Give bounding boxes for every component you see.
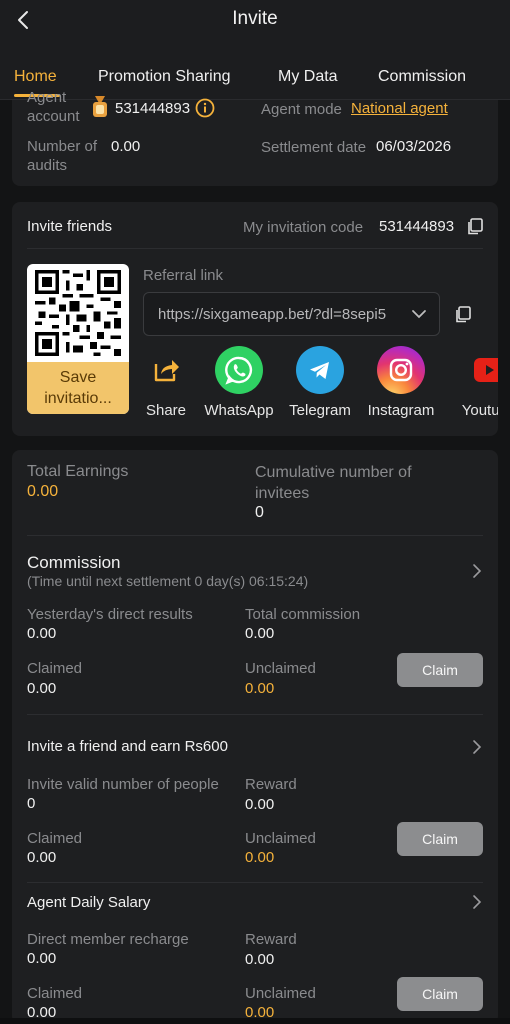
invitees-label: Cumulative number of invitees — [255, 464, 412, 502]
valid-invites-value: 0 — [27, 795, 36, 812]
whatsapp-icon — [215, 346, 263, 394]
instagram-option[interactable]: Instagram — [362, 346, 440, 419]
tab-home[interactable]: Home — [14, 68, 57, 86]
save-invitation-button[interactable]: Save invitatio... — [27, 362, 129, 414]
invite-unclaimed-label: Unclaimed — [245, 830, 316, 847]
tab-promotion-sharing[interactable]: Promotion Sharing — [98, 68, 231, 86]
share-option[interactable]: Share — [127, 346, 205, 419]
divider — [27, 882, 483, 883]
telegram-label: Telegram — [289, 402, 351, 419]
settlement-date-value: 06/03/2026 — [376, 138, 452, 155]
youtube-option[interactable]: Youtube — [450, 346, 498, 438]
divider — [27, 714, 483, 715]
commission-claim-button[interactable]: Claim — [397, 653, 483, 687]
commission-unclaimed-label: Unclaimed — [245, 660, 316, 677]
salary-title: Agent Daily Salary — [27, 894, 151, 911]
chevron-down-icon[interactable] — [411, 308, 427, 320]
instagram-label: Instagram — [367, 402, 435, 419]
qr-code — [35, 270, 121, 356]
invite-unclaimed-value: 0.00 — [245, 849, 275, 866]
commission-claimed-label: Claimed — [27, 660, 83, 677]
qr-code-card: Save invitatio... — [27, 264, 129, 414]
share-icon — [142, 346, 190, 394]
divider — [27, 535, 483, 536]
whatsapp-label: WhatsApp — [204, 402, 274, 419]
audits-label: Number of audits — [27, 138, 98, 174]
invite-friends-card: Invite friends My invitation code 531444… — [12, 202, 498, 436]
invite-friends-title: Invite friends — [27, 218, 113, 235]
invitation-code-value: 531444893 — [379, 218, 455, 235]
invitation-code-label: My invitation code — [243, 219, 364, 236]
member-recharge-value: 0.00 — [27, 950, 57, 967]
invite-claim-button[interactable]: Claim — [397, 822, 483, 856]
agent-account-label: Agent account — [27, 89, 80, 125]
chevron-right-icon[interactable] — [472, 739, 482, 755]
commission-title: Commission — [27, 553, 121, 572]
salary-unclaimed-label: Unclaimed — [245, 985, 316, 1002]
info-icon[interactable] — [195, 98, 215, 118]
salary-claim-button[interactable]: Claim — [397, 977, 483, 1011]
copy-link-icon[interactable] — [455, 306, 471, 323]
salary-reward-value: 0.00 — [245, 951, 275, 968]
agent-info-card: Agent account 531444893 Agent mode Natio… — [12, 89, 498, 186]
telegram-icon — [296, 346, 344, 394]
invite-claimed-label: Claimed — [27, 830, 83, 847]
referral-link-label: Referral link — [143, 267, 224, 284]
invite-reward-label: Reward — [245, 776, 297, 793]
commission-subtitle: (Time until next settlement 0 day(s) 06:… — [27, 573, 309, 589]
yesterday-results-value: 0.00 — [27, 625, 57, 642]
share-label: Share — [145, 402, 187, 419]
audits-value: 0.00 — [111, 138, 141, 155]
telegram-option[interactable]: Telegram — [281, 346, 359, 419]
divider — [27, 248, 483, 249]
top-bar: Invite — [0, 0, 510, 44]
invite-reward-title: Invite a friend and earn Rs600 — [27, 738, 228, 755]
earnings-card: Total Earnings 0.00 Cumulative number of… — [12, 450, 498, 1024]
invite-reward-value: 0.00 — [245, 796, 275, 813]
tab-commission[interactable]: Commission — [378, 68, 466, 86]
settlement-date-label: Settlement date — [261, 139, 367, 156]
member-recharge-label: Direct member recharge — [27, 931, 189, 948]
total-earnings-value: 0.00 — [27, 483, 59, 500]
invite-claimed-value: 0.00 — [27, 849, 57, 866]
commission-claimed-value: 0.00 — [27, 680, 57, 697]
agent-account-value: 531444893 — [115, 100, 191, 117]
agent-mode-link[interactable]: National agent — [351, 100, 448, 117]
valid-invites-label: Invite valid number of people — [27, 776, 219, 793]
commission-unclaimed-value: 0.00 — [245, 680, 275, 697]
medal-icon — [93, 96, 107, 117]
youtube-icon — [465, 346, 498, 394]
chevron-right-icon[interactable] — [472, 894, 482, 910]
tab-my-data[interactable]: My Data — [278, 68, 338, 86]
bottom-edge — [0, 1018, 510, 1024]
yesterday-results-label: Yesterday's direct results — [27, 606, 193, 623]
agent-mode-label: Agent mode — [261, 101, 342, 118]
page-title: Invite — [232, 8, 278, 29]
total-earnings-label: Total Earnings — [27, 463, 129, 480]
whatsapp-option[interactable]: WhatsApp — [200, 346, 278, 419]
total-commission-value: 0.00 — [245, 625, 275, 642]
invitees-value: 0 — [255, 504, 264, 521]
salary-reward-label: Reward — [245, 931, 297, 948]
youtube-label: Youtube — [461, 402, 498, 419]
instagram-icon — [377, 346, 425, 394]
chevron-right-icon[interactable] — [472, 563, 482, 579]
referral-link-field[interactable]: https://sixgameapp.bet/?dl=8sepi5 — [143, 292, 440, 336]
salary-claimed-label: Claimed — [27, 985, 83, 1002]
total-commission-label: Total commission — [245, 606, 361, 623]
referral-link-value: https://sixgameapp.bet/?dl=8sepi5 — [158, 306, 387, 323]
copy-code-icon[interactable] — [467, 218, 483, 235]
